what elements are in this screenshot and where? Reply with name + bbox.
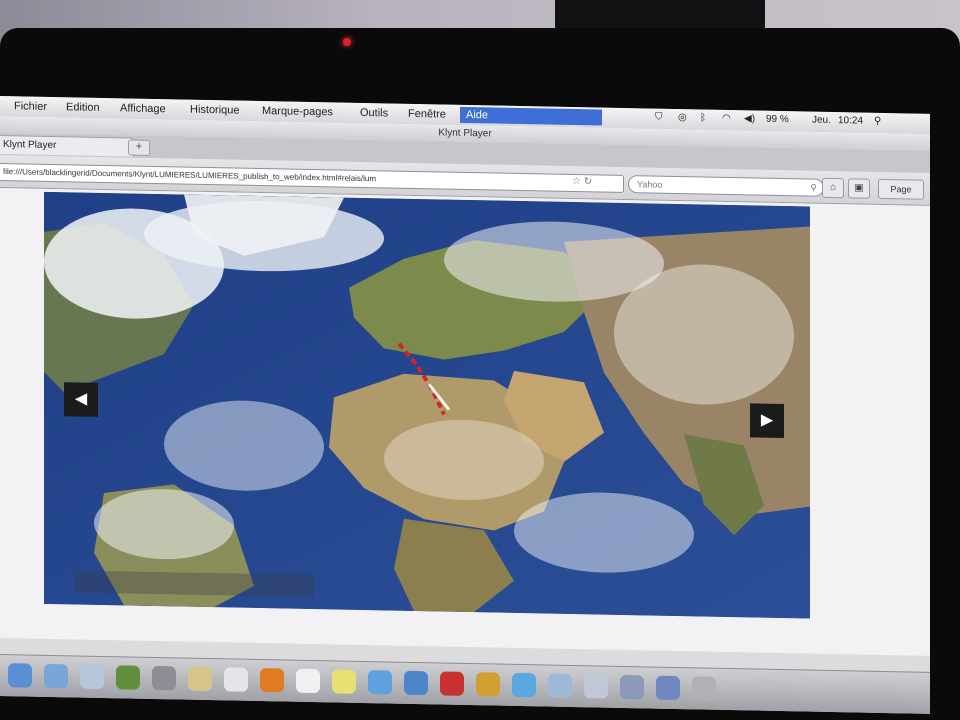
home-icon[interactable]: ⌂: [822, 177, 844, 199]
page-menu-button[interactable]: Page: [878, 178, 924, 200]
klynt-player[interactable]: ◀ ▶: [44, 191, 810, 619]
menu-item-edition[interactable]: Edition: [66, 101, 100, 114]
compass-icon[interactable]: [584, 674, 608, 699]
menu-item-fenetre[interactable]: Fenêtre: [408, 108, 446, 121]
mail-icon[interactable]: [80, 664, 104, 689]
menu-item-affichage[interactable]: Affichage: [120, 102, 166, 115]
page-content: ◀ ▶: [0, 188, 930, 656]
calendar-icon[interactable]: [224, 667, 248, 692]
menu-item-historique[interactable]: Historique: [190, 104, 240, 117]
search-engine-label: Yahoo: [637, 179, 663, 190]
tab-klynt-player[interactable]: Klynt Player: [0, 134, 134, 157]
menu-item-aide[interactable]: Aide: [460, 106, 602, 126]
reload-icon[interactable]: ☆ ↻: [572, 174, 592, 190]
menu-item-marque-pages[interactable]: Marque-pages: [262, 105, 333, 118]
url-field[interactable]: file:///Users/blacklingerid/Documents/Kl…: [0, 162, 624, 193]
search-field[interactable]: Yahoo ⚲: [628, 175, 824, 197]
document-icon[interactable]: [296, 668, 320, 694]
shield-icon[interactable]: ⛉: [655, 112, 663, 123]
search-icon[interactable]: ⚲: [810, 180, 817, 196]
itunes-icon[interactable]: [368, 670, 392, 695]
addon-icon[interactable]: ▣: [848, 178, 870, 199]
stickies-icon[interactable]: [332, 669, 356, 694]
wifi-icon[interactable]: ◠: [722, 113, 731, 124]
next-arrow-button[interactable]: ▶: [750, 403, 784, 439]
finder-icon[interactable]: [8, 663, 32, 688]
safari-icon[interactable]: [44, 663, 68, 689]
app-icon[interactable]: [440, 671, 464, 696]
spotlight-icon[interactable]: ⚲: [874, 116, 881, 127]
clock[interactable]: 10:24: [838, 115, 863, 126]
player-controls-bar[interactable]: [74, 570, 314, 598]
network-icon[interactable]: [548, 673, 572, 698]
system-preferences-icon[interactable]: [152, 665, 176, 691]
trash-icon[interactable]: [692, 676, 716, 701]
menu-item-fichier[interactable]: Fichier: [14, 100, 47, 113]
day-label: Jeu.: [812, 114, 831, 126]
battery-status[interactable]: 99 %: [766, 114, 789, 125]
downloads-icon[interactable]: [656, 675, 680, 701]
menu-item-outils[interactable]: Outils: [360, 107, 388, 120]
sync-icon[interactable]: ◎: [678, 112, 687, 123]
screen: Fichier Edition Affichage Historique Mar…: [0, 96, 930, 714]
bluetooth-icon[interactable]: ᛒ: [700, 112, 706, 123]
new-tab-button[interactable]: +: [128, 139, 150, 156]
gallery-icon[interactable]: [476, 672, 500, 697]
satellite-earth-image: [44, 191, 810, 619]
firefox-icon[interactable]: [260, 667, 284, 693]
tab-label: Klynt Player: [3, 139, 57, 152]
camera-led: [343, 38, 351, 46]
photo-icon[interactable]: [116, 665, 140, 690]
preview-icon[interactable]: [620, 674, 644, 700]
volume-icon[interactable]: ◀): [744, 113, 755, 124]
previous-arrow-button[interactable]: ◀: [64, 382, 98, 417]
notes-icon[interactable]: [188, 666, 212, 692]
quicktime-icon[interactable]: [512, 672, 536, 698]
iphoto-icon[interactable]: [404, 670, 428, 696]
